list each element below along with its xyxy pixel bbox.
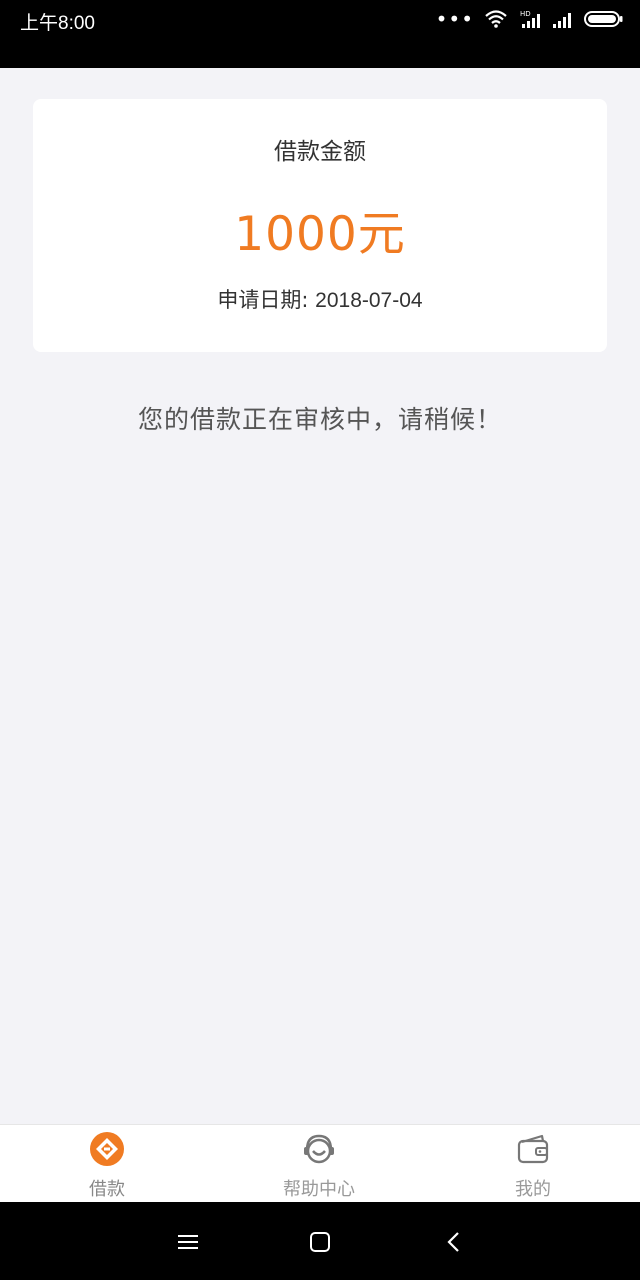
- headset-icon: [304, 1134, 334, 1164]
- tab-help-center[interactable]: 帮助中心: [239, 1125, 399, 1203]
- status-bar: 上午8:00 ••• HD: [0, 0, 640, 68]
- signal-icon: [553, 13, 571, 28]
- home-icon: [310, 1232, 330, 1252]
- tab-mine-label: 我的: [515, 1179, 551, 1200]
- application-date-value: 2018-07-04: [315, 289, 423, 312]
- status-icons: ••• HD: [436, 9, 624, 29]
- tab-loan-label: 借款: [89, 1179, 125, 1200]
- review-status-message: 您的借款正在审核中，请稍候！: [137, 405, 502, 434]
- bottom-tab-bar: 借款 帮助中心 我的: [0, 1124, 640, 1202]
- menu-icon: [178, 1235, 198, 1249]
- home-button[interactable]: [300, 1222, 340, 1262]
- battery-icon: [584, 11, 623, 27]
- application-date-label: 申请日期:: [217, 288, 309, 312]
- system-nav-bar: [0, 1202, 640, 1280]
- tab-loan[interactable]: 借款: [27, 1125, 187, 1203]
- back-icon: [447, 1232, 459, 1252]
- wallet-icon: [517, 1134, 549, 1164]
- loan-diamond-icon: [90, 1132, 124, 1166]
- more-dots-icon: •••: [435, 7, 474, 31]
- svg-text:HD: HD: [520, 10, 531, 18]
- menu-button[interactable]: [168, 1222, 208, 1262]
- hd-signal-icon: HD: [520, 10, 540, 28]
- loan-amount-value: 1000元: [234, 207, 406, 262]
- tab-help-center-label: 帮助中心: [283, 1179, 355, 1200]
- back-button[interactable]: [434, 1222, 474, 1262]
- tab-mine[interactable]: 我的: [453, 1125, 613, 1203]
- status-time: 上午8:00: [20, 13, 95, 34]
- loan-amount-title: 借款金额: [274, 139, 366, 165]
- wifi-icon: [485, 10, 507, 28]
- application-date: 申请日期: 2018-07-04: [0, 284, 640, 314]
